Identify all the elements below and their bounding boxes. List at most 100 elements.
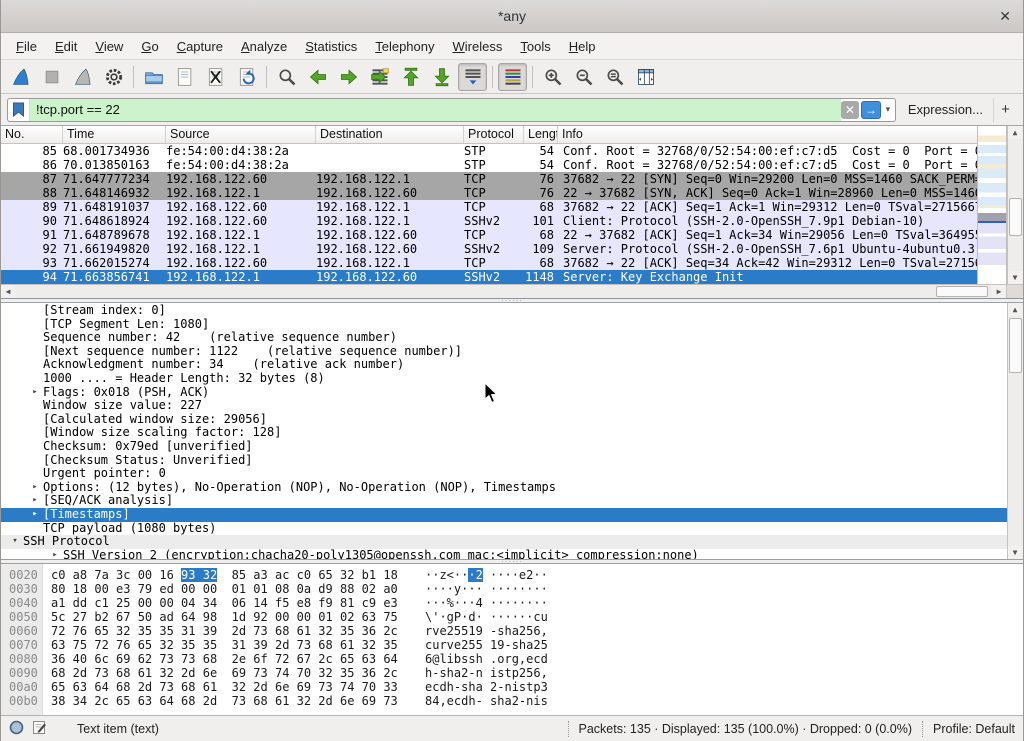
menu-help[interactable]: Help — [560, 35, 605, 58]
menu-statistics[interactable]: Statistics — [296, 35, 366, 58]
packet-row-93[interactable]: 9371.662015274192.168.122.60192.168.122.… — [1, 256, 979, 270]
packet-row-85[interactable]: 8568.001734936fe:54:00:d4:38:2aSTP54Conf… — [1, 144, 979, 158]
colorize-button[interactable] — [498, 63, 527, 91]
hex-row-0080[interactable]: 008036 40 6c 69 62 73 73 68 2e 6f 72 67 … — [1, 652, 1023, 666]
clear-filter-icon[interactable]: ✕ — [841, 101, 859, 119]
menu-go[interactable]: Go — [132, 35, 167, 58]
detail-row-0[interactable]: [Stream index: 0] — [1, 304, 1007, 318]
detail-row-12[interactable]: Urgent pointer: 0 — [1, 467, 1007, 481]
reload-file-button[interactable] — [232, 63, 261, 91]
detail-row-8[interactable]: [Calculated window size: 29056] — [1, 413, 1007, 427]
menu-analyze[interactable]: Analyze — [232, 35, 296, 58]
details-vscroll-thumb[interactable] — [1009, 318, 1022, 373]
hex-row-0020[interactable]: 0020c0 a8 7a 3c 00 16 93 32 85 a3 ac c0 … — [1, 568, 1023, 582]
detail-row-16[interactable]: TCP payload (1080 bytes) — [1, 522, 1007, 536]
hscroll-thumb[interactable] — [936, 286, 988, 297]
expander-icon[interactable]: ▸ — [27, 508, 43, 522]
detail-row-4[interactable]: Acknowledgment number: 34 (relative ack … — [1, 358, 1007, 372]
scroll-up-icon[interactable]: ▲ — [1008, 126, 1022, 139]
hex-row-0060[interactable]: 006072 76 65 32 35 35 31 39 2d 73 68 61 … — [1, 624, 1023, 638]
scroll-down-icon[interactable]: ▼ — [1008, 546, 1022, 559]
detail-row-1[interactable]: [TCP Segment Len: 1080] — [1, 318, 1007, 332]
column-header-no[interactable]: No. — [1, 126, 63, 143]
detail-row-10[interactable]: Checksum: 0x79ed [unverified] — [1, 440, 1007, 454]
expander-icon[interactable]: ▾ — [7, 535, 23, 549]
profile-status[interactable]: Profile: Default — [933, 722, 1015, 736]
go-bottom-button[interactable] — [427, 63, 456, 91]
column-header-destination[interactable]: Destination — [316, 126, 464, 143]
details-vscrollbar[interactable]: ▲ ▼ — [1007, 303, 1023, 559]
menu-edit[interactable]: Edit — [46, 35, 86, 58]
menu-view[interactable]: View — [86, 35, 132, 58]
zoom-reset-button[interactable] — [600, 63, 629, 91]
detail-row-13[interactable]: ▸Options: (12 bytes), No-Operation (NOP)… — [1, 481, 1007, 495]
go-top-button[interactable] — [396, 63, 425, 91]
scroll-up-icon[interactable]: ▲ — [1008, 303, 1022, 316]
detail-row-17[interactable]: ▾SSH Protocol — [1, 535, 1007, 549]
restart-capture-button[interactable] — [68, 63, 97, 91]
packet-row-94[interactable]: 9471.663856741192.168.122.1192.168.122.6… — [1, 270, 979, 284]
menu-wireless[interactable]: Wireless — [444, 35, 512, 58]
scroll-right-icon[interactable]: ▶ — [992, 285, 1006, 298]
scroll-down-icon[interactable]: ▼ — [1008, 271, 1022, 284]
expert-info-icon[interactable] — [9, 720, 24, 738]
detail-row-15[interactable]: ▸[Timestamps] — [1, 508, 1007, 522]
expander-icon[interactable]: ▸ — [27, 386, 43, 400]
close-icon[interactable]: ✕ — [999, 8, 1011, 24]
capture-comment-icon[interactable] — [32, 720, 47, 738]
auto-scroll-button[interactable] — [458, 63, 487, 91]
capture-options-button[interactable] — [99, 63, 128, 91]
hex-row-0090[interactable]: 009068 2d 73 68 61 32 2d 6e 69 73 74 70 … — [1, 666, 1023, 680]
column-header-length[interactable]: Length — [524, 126, 558, 143]
detail-row-7[interactable]: Window size value: 227 — [1, 399, 1007, 413]
menu-telephony[interactable]: Telephony — [366, 35, 443, 58]
column-header-info[interactable]: Info — [558, 126, 979, 143]
apply-filter-icon[interactable]: → — [861, 101, 881, 119]
detail-row-9[interactable]: [Window size scaling factor: 128] — [1, 426, 1007, 440]
menu-capture[interactable]: Capture — [168, 35, 232, 58]
zoom-out-button[interactable] — [569, 63, 598, 91]
packet-row-92[interactable]: 9271.661949820192.168.122.1192.168.122.6… — [1, 242, 979, 256]
packet-row-89[interactable]: 8971.648191037192.168.122.60192.168.122.… — [1, 200, 979, 214]
ascii-selected-chars[interactable]: ·2 — [468, 568, 482, 582]
packet-list-vscrollbar[interactable]: ▲ ▼ — [1007, 126, 1023, 284]
zoom-in-button[interactable] — [538, 63, 567, 91]
packet-row-88[interactable]: 8871.648146932192.168.122.1192.168.122.6… — [1, 186, 979, 200]
go-back-button[interactable] — [303, 63, 332, 91]
detail-row-5[interactable]: 1000 .... = Header Length: 32 bytes (8) — [1, 372, 1007, 386]
column-header-source[interactable]: Source — [166, 126, 316, 143]
packet-row-90[interactable]: 9071.648618924192.168.122.60192.168.122.… — [1, 214, 979, 228]
packet-row-87[interactable]: 8771.647777234192.168.122.60192.168.122.… — [1, 172, 979, 186]
hex-row-0070[interactable]: 007063 75 72 76 65 32 35 35 31 39 2d 73 … — [1, 638, 1023, 652]
hex-row-0050[interactable]: 00505c 27 b2 67 50 ad 64 98 1d 92 00 00 … — [1, 610, 1023, 624]
hex-row-0040[interactable]: 0040a1 dd c1 25 00 00 04 34 06 14 f5 e8 … — [1, 596, 1023, 610]
bookmark-icon[interactable] — [8, 99, 30, 121]
packet-row-91[interactable]: 9171.648789678192.168.122.1192.168.122.6… — [1, 228, 979, 242]
go-to-packet-button[interactable] — [365, 63, 394, 91]
expander-icon[interactable]: ▸ — [47, 549, 63, 560]
column-header-time[interactable]: Time — [63, 126, 166, 143]
detail-row-6[interactable]: ▸Flags: 0x018 (PSH, ACK) — [1, 386, 1007, 400]
start-capture-button[interactable] — [6, 63, 35, 91]
filter-history-caret-icon[interactable]: ▾ — [881, 104, 895, 115]
hex-row-00b0[interactable]: 00b038 34 2c 65 63 64 68 2d 73 68 61 32 … — [1, 694, 1023, 708]
find-packet-button[interactable] — [272, 63, 301, 91]
title-bar[interactable]: *any ✕ — [1, 0, 1023, 33]
expander-icon[interactable]: ▸ — [27, 481, 43, 495]
detail-row-2[interactable]: Sequence number: 42 (relative sequence n… — [1, 331, 1007, 345]
expression-button[interactable]: Expression... — [896, 102, 993, 117]
menu-tools[interactable]: Tools — [511, 35, 559, 58]
close-file-button[interactable] — [201, 63, 230, 91]
detail-row-3[interactable]: [Next sequence number: 1122 (relative se… — [1, 345, 1007, 359]
open-file-button[interactable] — [139, 63, 168, 91]
save-file-button[interactable] — [170, 63, 199, 91]
packet-row-86[interactable]: 8670.013850163fe:54:00:d4:38:2aSTP54Conf… — [1, 158, 979, 172]
hex-row-0030[interactable]: 003080 18 00 e3 79 ed 00 00 01 01 08 0a … — [1, 582, 1023, 596]
hex-row-00a0[interactable]: 00a065 63 64 68 2d 73 68 61 32 2d 6e 69 … — [1, 680, 1023, 694]
scroll-left-icon[interactable]: ◀ — [1, 285, 15, 298]
hex-selected-bytes[interactable]: 93 32 — [181, 568, 217, 582]
vscroll-thumb[interactable] — [1009, 198, 1022, 236]
add-filter-button[interactable]: + — [993, 98, 1017, 122]
column-header-protocol[interactable]: Protocol — [464, 126, 524, 143]
resize-columns-button[interactable] — [631, 63, 660, 91]
